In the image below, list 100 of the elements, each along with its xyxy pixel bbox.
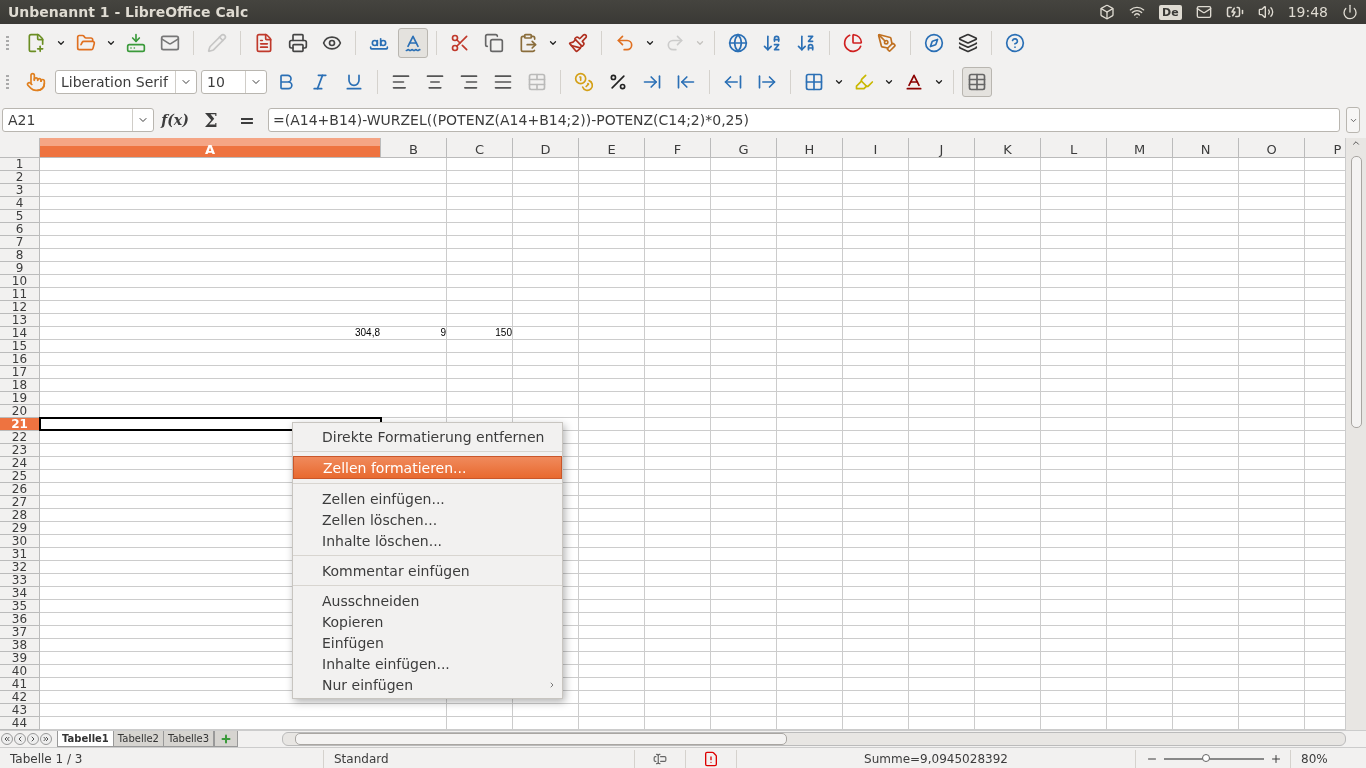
- row-header[interactable]: 4: [0, 197, 40, 210]
- column-header[interactable]: K: [975, 138, 1041, 158]
- column-header[interactable]: I: [843, 138, 909, 158]
- wifi-icon[interactable]: [1129, 4, 1146, 20]
- row-header[interactable]: 31: [0, 548, 40, 561]
- row-header[interactable]: 29: [0, 522, 40, 535]
- menu-item[interactable]: Kommentar einfügen: [293, 560, 562, 581]
- row-header[interactable]: 41: [0, 678, 40, 691]
- row-header[interactable]: 22: [0, 431, 40, 444]
- column-header[interactable]: C: [447, 138, 513, 158]
- column-header[interactable]: H: [777, 138, 843, 158]
- column-header[interactable]: G: [711, 138, 777, 158]
- mail-icon[interactable]: [1195, 4, 1212, 20]
- row-header[interactable]: 10: [0, 275, 40, 288]
- auto-spellcheck-button[interactable]: [398, 28, 428, 58]
- last-sheet-button[interactable]: [40, 733, 52, 745]
- column-header[interactable]: B: [381, 138, 447, 158]
- row-header[interactable]: 35: [0, 600, 40, 613]
- row-header[interactable]: 42: [0, 691, 40, 704]
- row-header[interactable]: 7: [0, 236, 40, 249]
- row-header[interactable]: 43: [0, 704, 40, 717]
- menu-item[interactable]: Zellen einfügen...: [293, 488, 562, 509]
- row-header[interactable]: 20: [0, 405, 40, 418]
- slider-thumb[interactable]: [1202, 754, 1210, 762]
- row-header[interactable]: 2: [0, 171, 40, 184]
- row-header[interactable]: 28: [0, 509, 40, 522]
- function-wizard-button[interactable]: f(x): [160, 112, 190, 128]
- row-header[interactable]: 15: [0, 340, 40, 353]
- row-header[interactable]: 25: [0, 470, 40, 483]
- row-header[interactable]: 44: [0, 717, 40, 730]
- row-header[interactable]: 8: [0, 249, 40, 262]
- vertical-scrollbar[interactable]: [1345, 138, 1366, 730]
- menu-item[interactable]: Ausschneiden: [293, 590, 562, 611]
- row-header[interactable]: 18: [0, 379, 40, 392]
- power-icon[interactable]: [1342, 4, 1358, 20]
- sum-button[interactable]: Σ: [196, 109, 226, 131]
- column-header[interactable]: E: [579, 138, 645, 158]
- scroll-up-icon[interactable]: [1351, 138, 1361, 148]
- zoom-in-icon[interactable]: [1270, 753, 1282, 765]
- active-cell[interactable]: [40, 418, 381, 430]
- row-header[interactable]: 14: [0, 327, 40, 340]
- horizontal-scrollbar[interactable]: [282, 732, 1346, 746]
- column-header[interactable]: J: [909, 138, 975, 158]
- next-sheet-button[interactable]: [27, 733, 39, 745]
- column-header[interactable]: M: [1107, 138, 1173, 158]
- menu-item[interactable]: Kopieren: [293, 611, 562, 632]
- column-header[interactable]: N: [1173, 138, 1239, 158]
- row-header[interactable]: 39: [0, 652, 40, 665]
- table-cell[interactable]: 304,8: [40, 327, 381, 339]
- row-header[interactable]: 3: [0, 184, 40, 197]
- formula-button[interactable]: =: [232, 109, 262, 131]
- table-cell[interactable]: 150: [447, 327, 513, 339]
- menu-item[interactable]: Inhalte löschen...: [293, 530, 562, 551]
- row-header[interactable]: 36: [0, 613, 40, 626]
- formula-input[interactable]: =(A14+B14)-WURZEL((POTENZ(A14+B14;2))-POTENZ(C14;2)*0,25): [268, 108, 1340, 132]
- row-header[interactable]: 37: [0, 626, 40, 639]
- row-header[interactable]: 34: [0, 587, 40, 600]
- zoom-percentage[interactable]: 80%: [1291, 752, 1341, 766]
- row-header[interactable]: 30: [0, 535, 40, 548]
- row-header[interactable]: 9: [0, 262, 40, 275]
- sheet-tab[interactable]: Tabelle2: [112, 731, 164, 747]
- table-cell[interactable]: 9: [381, 327, 447, 339]
- row-header[interactable]: 6: [0, 223, 40, 236]
- row-header[interactable]: 26: [0, 483, 40, 496]
- row-header[interactable]: 38: [0, 639, 40, 652]
- keyboard-layout-indicator[interactable]: De: [1159, 4, 1182, 20]
- row-header[interactable]: 19: [0, 392, 40, 405]
- row-header[interactable]: 32: [0, 561, 40, 574]
- name-box[interactable]: A21: [2, 108, 154, 132]
- scrollbar-thumb[interactable]: [295, 733, 788, 745]
- table-button[interactable]: [962, 67, 992, 97]
- scrollbar-thumb[interactable]: [1350, 156, 1362, 428]
- row-header[interactable]: 24: [0, 457, 40, 470]
- menu-item[interactable]: Nur einfügen: [293, 674, 562, 695]
- add-sheet-button[interactable]: [214, 731, 239, 747]
- sheet-tab[interactable]: Tabelle3: [163, 731, 215, 747]
- menu-item[interactable]: Einfügen: [293, 632, 562, 653]
- volume-icon[interactable]: [1257, 4, 1274, 20]
- column-header[interactable]: D: [513, 138, 579, 158]
- row-header[interactable]: 40: [0, 665, 40, 678]
- font-name-field[interactable]: Liberation Serif: [55, 70, 197, 94]
- row-header[interactable]: 16: [0, 353, 40, 366]
- row-header[interactable]: 13: [0, 314, 40, 327]
- previous-sheet-button[interactable]: [14, 733, 26, 745]
- clock[interactable]: 19:48: [1287, 4, 1328, 20]
- row-header[interactable]: 11: [0, 288, 40, 301]
- row-header[interactable]: 12: [0, 301, 40, 314]
- column-header[interactable]: O: [1239, 138, 1305, 158]
- font-size-field[interactable]: 10: [201, 70, 267, 94]
- row-header[interactable]: 17: [0, 366, 40, 379]
- row-header[interactable]: 27: [0, 496, 40, 509]
- menu-item[interactable]: Direkte Formatierung entfernen: [293, 426, 562, 447]
- first-sheet-button[interactable]: [1, 733, 13, 745]
- box-icon[interactable]: [1099, 4, 1116, 20]
- row-header[interactable]: 23: [0, 444, 40, 457]
- menu-item[interactable]: Zellen löschen...: [293, 509, 562, 530]
- column-header[interactable]: F: [645, 138, 711, 158]
- menu-item[interactable]: Inhalte einfügen...: [293, 653, 562, 674]
- sheet-tab[interactable]: Tabelle1: [57, 731, 114, 747]
- row-header[interactable]: 1: [0, 158, 40, 171]
